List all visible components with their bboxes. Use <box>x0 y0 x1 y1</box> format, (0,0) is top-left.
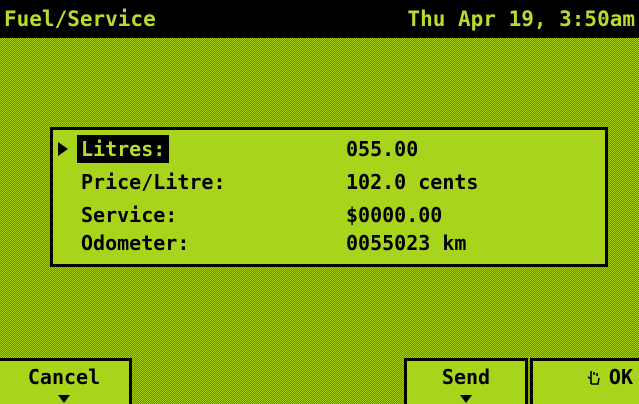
field-row-price-per-litre[interactable]: Price/Litre: 102.0 cents <box>53 168 605 196</box>
cancel-button-label: Cancel <box>27 365 101 389</box>
screen-title: Fuel/Service <box>4 7 156 31</box>
send-button-label: Send <box>441 365 491 389</box>
selection-cursor-icon <box>58 135 74 163</box>
ok-button-label: OK <box>608 365 633 389</box>
send-button[interactable]: Send <box>404 358 528 404</box>
field-value[interactable]: 0055023 km <box>346 229 466 257</box>
ok-button[interactable]: OK <box>530 358 639 404</box>
title-bar: Fuel/Service Thu Apr 19, 3:50am <box>0 0 639 38</box>
cancel-button[interactable]: Cancel <box>0 358 132 404</box>
date-time: Thu Apr 19, 3:50am <box>407 7 635 31</box>
fuel-service-form: Litres: 055.00 Price/Litre: 102.0 cents … <box>50 127 608 267</box>
hand-pointer-icon <box>587 369 601 385</box>
field-row-service[interactable]: Service: $0000.00 <box>53 201 605 229</box>
lcd-screen: Fuel/Service Thu Apr 19, 3:50am Litres: … <box>0 0 639 404</box>
field-label: Service: <box>81 203 178 227</box>
field-value[interactable]: $0000.00 <box>346 201 442 229</box>
chevron-down-icon <box>460 395 472 403</box>
chevron-down-icon <box>58 395 70 403</box>
field-value[interactable]: 055.00 <box>346 135 418 163</box>
field-label: Odometer: <box>81 231 190 255</box>
field-row-odometer[interactable]: Odometer: 0055023 km <box>53 229 605 257</box>
field-row-litres[interactable]: Litres: 055.00 <box>53 135 605 163</box>
field-label: Litres: <box>77 135 170 163</box>
field-value[interactable]: 102.0 cents <box>346 168 478 196</box>
field-label: Price/Litre: <box>81 170 226 194</box>
